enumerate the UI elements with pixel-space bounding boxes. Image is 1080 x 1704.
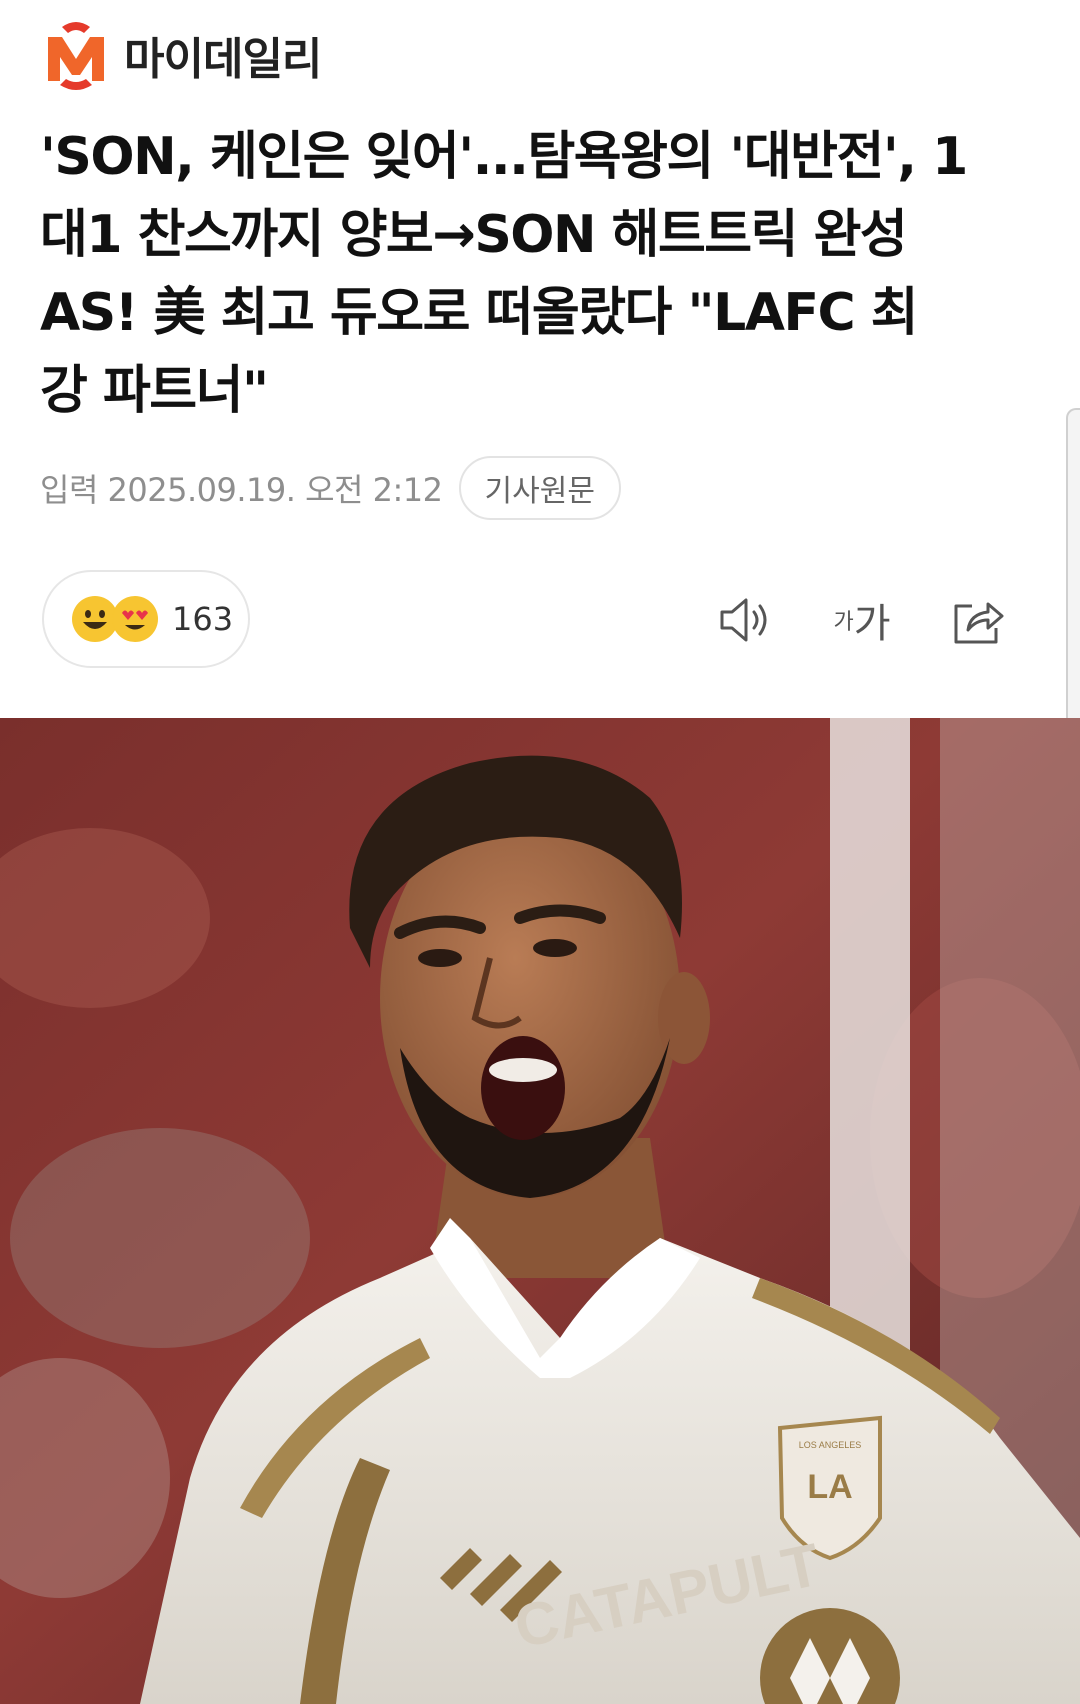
headline-line: 대1 찬스까지 양보→SON 해트트릭 완성: [40, 205, 908, 265]
scroll-indicator[interactable]: [1066, 408, 1080, 752]
reaction-button[interactable]: 163: [42, 570, 250, 668]
mydaily-logo-icon[interactable]: [40, 19, 112, 91]
site-header: 마이데일리: [40, 0, 322, 110]
headline-line: AS! 美 최고 듀오로 떠올랐다 "LAFC 최: [40, 283, 919, 343]
article-tools: 가가: [716, 585, 1008, 655]
publish-date: 입력 2025.09.19. 오전 2:12: [40, 471, 443, 509]
headline-line: 'SON, 케인은 잊어'...탐욕왕의 '대반전', 1: [40, 127, 968, 187]
heart-eyes-emoji-icon: [112, 596, 158, 642]
headline-line: 강 파트너": [40, 361, 269, 421]
share-icon[interactable]: [948, 590, 1008, 650]
speaker-icon[interactable]: [716, 590, 776, 650]
article-headline: 'SON, 케인은 잊어'...탐욕왕의 '대반전', 1 대1 찬스까지 양보…: [40, 118, 1030, 430]
brand-name[interactable]: 마이데일리: [124, 23, 322, 87]
font-size-small-label: 가: [833, 609, 854, 634]
crest-text: LOS ANGELES: [799, 1440, 862, 1450]
svg-text:LA: LA: [807, 1468, 852, 1506]
original-article-button[interactable]: 기사원문: [458, 456, 621, 520]
reaction-count: 163: [172, 600, 234, 638]
article-photo: LA LOS ANGELES CATAPULT: [0, 718, 1080, 1704]
article-meta: 입력 2025.09.19. 오전 2:12 기사원문: [40, 455, 621, 521]
font-size-large-label: 가: [853, 602, 891, 646]
font-size-button[interactable]: 가가: [832, 590, 892, 650]
